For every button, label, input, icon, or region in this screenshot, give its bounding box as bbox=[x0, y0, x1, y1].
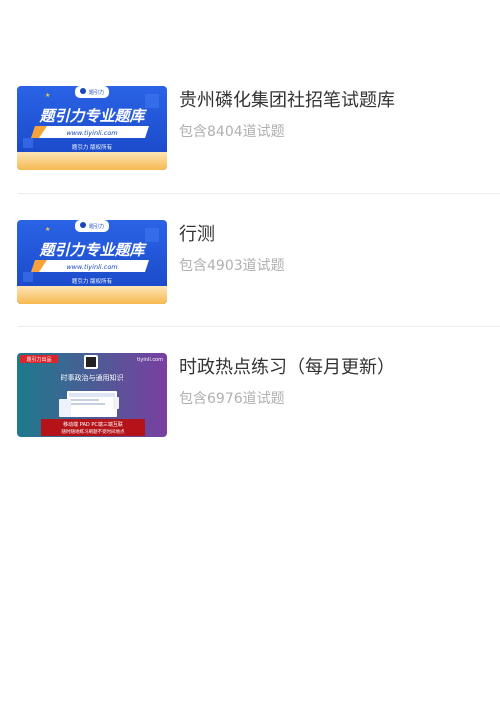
brand-cover-image: 题引力 ★ 题引力专业题库 www.tiyinli.com 题引力 版权所有 bbox=[17, 86, 167, 170]
thumb-footer: 题引力 版权所有 bbox=[72, 143, 113, 151]
star-icon: ★ bbox=[45, 226, 50, 233]
promo-headline: 时事政治与通用知识 bbox=[61, 373, 124, 382]
bank-item-current-affairs[interactable]: 题引力出品 tiyinli.com 时事政治与通用知识 移动端 PAD PC端三… bbox=[17, 353, 500, 437]
bank-question-count: 包含6976道试题 bbox=[179, 391, 285, 407]
brand-logo-icon bbox=[80, 88, 86, 94]
thumb-headline: 题引力专业题库 bbox=[38, 241, 147, 259]
divider bbox=[18, 326, 500, 327]
star-icon: ★ bbox=[45, 92, 50, 99]
bank-thumbnail: 题引力 ★ 题引力专业题库 www.tiyinli.com 题引力 版权所有 bbox=[17, 86, 167, 170]
divider bbox=[18, 193, 500, 194]
thumb-footer: 题引力 版权所有 bbox=[72, 277, 113, 285]
qr-code-icon bbox=[86, 357, 96, 367]
promo-tag: 题引力出品 bbox=[26, 356, 51, 363]
thumb-headline: 题引力专业题库 bbox=[38, 107, 147, 125]
bank-title: 行测 bbox=[179, 224, 215, 245]
bank-title: 时政热点练习（每月更新） bbox=[179, 357, 395, 378]
thumb-url: www.tiyinli.com bbox=[66, 129, 117, 137]
brand-cover-image: 题引力 ★ 题引力专业题库 www.tiyinli.com 题引力 版权所有 bbox=[17, 220, 167, 304]
promo-site: tiyinli.com bbox=[137, 357, 163, 363]
promo-cover-image: 题引力出品 tiyinli.com 时事政治与通用知识 移动端 PAD PC端三… bbox=[17, 353, 167, 437]
bank-question-count: 包含4903道试题 bbox=[179, 258, 285, 274]
bank-title: 贵州磷化集团社招笔试题库 bbox=[179, 90, 395, 111]
promo-banner-line-2: 随时随地练习刷题不受时间地点 bbox=[62, 428, 125, 435]
bank-item-xingce[interactable]: 题引力 ★ 题引力专业题库 www.tiyinli.com 题引力 版权所有 行… bbox=[17, 220, 500, 304]
thumb-logo-text: 题引力 bbox=[89, 89, 104, 96]
promo-banner-line-1: 移动端 PAD PC端三端互联 bbox=[63, 421, 123, 428]
tablet-illustration bbox=[59, 399, 71, 417]
bank-thumbnail: 题引力出品 tiyinli.com 时事政治与通用知识 移动端 PAD PC端三… bbox=[17, 353, 167, 437]
bank-item-guizhou-phosphate[interactable]: 题引力 ★ 题引力专业题库 www.tiyinli.com 题引力 版权所有 贵… bbox=[17, 86, 500, 170]
bank-question-count: 包含8404道试题 bbox=[179, 124, 285, 140]
phone-illustration bbox=[113, 397, 119, 409]
brand-logo-icon bbox=[80, 222, 86, 228]
thumb-url: www.tiyinli.com bbox=[66, 263, 117, 271]
thumb-logo-text: 题引力 bbox=[89, 223, 104, 230]
bank-thumbnail: 题引力 ★ 题引力专业题库 www.tiyinli.com 题引力 版权所有 bbox=[17, 220, 167, 304]
